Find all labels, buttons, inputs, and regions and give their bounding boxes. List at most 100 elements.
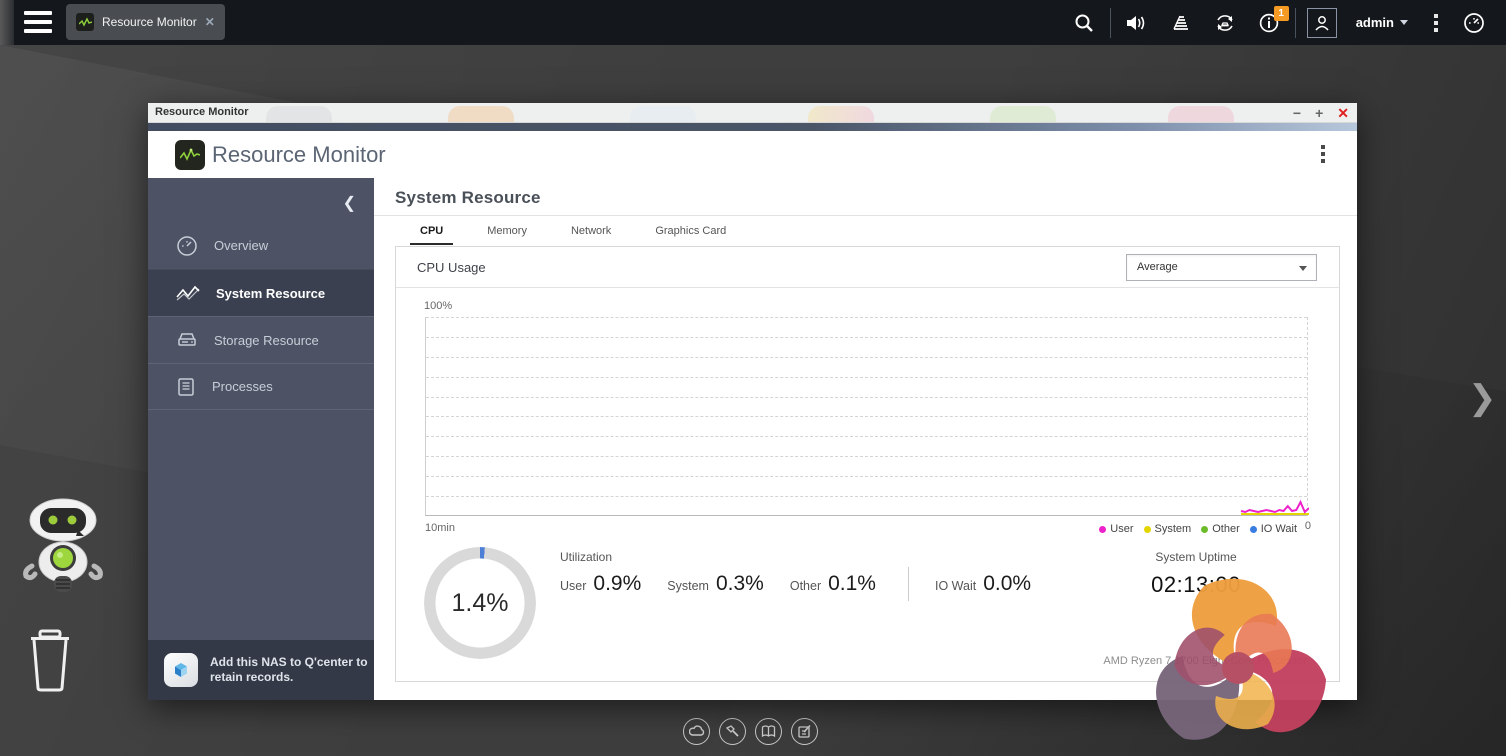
taskbar-separator	[1294, 7, 1296, 38]
sidebar-item-overview[interactable]: Overview	[148, 222, 374, 269]
top-taskbar: Resource Monitor ✕ 1 admin	[0, 0, 1506, 45]
uptime-label: System Uptime	[1155, 550, 1237, 564]
window-accent-strip	[148, 123, 1357, 131]
tab-network[interactable]: Network	[561, 216, 621, 245]
app-header: Resource Monitor	[148, 131, 1357, 178]
ghost-desktop-icon	[448, 106, 514, 122]
tab-close-icon[interactable]: ✕	[205, 15, 215, 29]
system-resource-chart-icon	[176, 285, 200, 301]
panel-title: CPU Usage	[417, 260, 486, 275]
dropdown-value: Average	[1137, 261, 1178, 273]
legend-item-io-wait: IO Wait	[1249, 523, 1297, 535]
admin-label: admin	[1355, 15, 1394, 30]
tab-cpu[interactable]: CPU	[410, 216, 454, 245]
close-button[interactable]: ✕	[1337, 103, 1349, 122]
chevron-down-icon	[1400, 20, 1408, 25]
stat-system: System 0.3%	[667, 572, 764, 595]
notification-badge: 1	[1273, 6, 1289, 21]
page-title: System Resource	[395, 188, 541, 207]
stat-divider	[907, 567, 909, 601]
legend-item-other: Other	[1201, 523, 1240, 535]
cpu-usage-gauge-value: 1.4%	[451, 588, 509, 617]
cpu-usage-panel: CPU Usage Average 100% 10min User System…	[395, 246, 1340, 682]
recycle-bin-icon[interactable]	[26, 626, 74, 697]
overview-gauge-icon	[177, 235, 197, 256]
main-menu-button[interactable]	[24, 11, 52, 33]
taskbar-tab-resource-monitor[interactable]: Resource Monitor ✕	[66, 4, 225, 40]
sidebar-item-system-resource[interactable]: System Resource	[148, 269, 374, 316]
minimize-button[interactable]: −	[1293, 103, 1301, 122]
tab-graphics-card[interactable]: Graphics Card	[645, 216, 736, 245]
qcenter-banner[interactable]: Add this NAS to Q'center to retain recor…	[148, 640, 374, 700]
legend-item-user: User	[1099, 523, 1134, 535]
tab-bar: CPU Memory Network Graphics Card	[410, 216, 736, 245]
sidebar-item-storage-resource[interactable]: Storage Resource	[148, 316, 374, 363]
desktop: Resource Monitor ✕ 1 admin ❯ Resource Mo…	[0, 0, 1506, 756]
sidebar-item-label: Storage Resource	[214, 332, 319, 348]
volume-icon[interactable]	[1115, 0, 1159, 45]
desktop-dock	[683, 718, 818, 745]
stat-io-wait: IO Wait 0.0%	[934, 572, 1032, 595]
user-avatar[interactable]	[1300, 0, 1344, 45]
cpu-model-label: AMD Ryzen 7 1700 Eight-Core Processor	[1103, 655, 1307, 667]
panel-header: CPU Usage Average	[396, 247, 1339, 288]
myqnapcloud-icon[interactable]	[683, 718, 710, 745]
qcenter-cube-icon	[164, 653, 198, 687]
app-title: Resource Monitor	[212, 142, 386, 167]
legend-dot-io-wait	[1249, 525, 1257, 533]
processes-list-icon	[178, 377, 194, 396]
taskbar-edge	[0, 0, 14, 45]
uptime-value: 02:13:00	[1151, 572, 1241, 597]
taskbar-tab-label: Resource Monitor	[102, 15, 197, 29]
ghost-desktop-icon	[630, 106, 696, 122]
system-uptime: System Uptime 02:13:00	[1086, 550, 1306, 598]
more-options-icon[interactable]	[1420, 13, 1452, 32]
cpu-usage-chart	[425, 317, 1309, 516]
y-axis-top-label: 100%	[424, 300, 453, 312]
tutorial-book-icon[interactable]	[755, 718, 782, 745]
next-desktop-chevron-icon[interactable]: ❯	[1468, 378, 1497, 418]
storage-disk-icon	[178, 333, 196, 346]
qcenter-note: Add this NAS to Q'center to retain recor…	[210, 655, 368, 684]
sidebar-item-label: Processes	[212, 379, 273, 394]
resource-monitor-icon	[76, 13, 94, 31]
ghost-desktop-icon	[808, 106, 874, 122]
resource-monitor-window: Resource Monitor − + ✕ Resource Monitor …	[148, 103, 1357, 700]
taskbar-separator	[1109, 7, 1111, 38]
tab-memory[interactable]: Memory	[477, 216, 537, 245]
resource-monitor-app-icon	[175, 140, 205, 170]
chart-legend: User System Other IO Wait	[1099, 523, 1297, 535]
window-title: Resource Monitor	[155, 106, 249, 118]
sidebar-item-label: System Resource	[216, 285, 326, 301]
window-titlebar[interactable]: Resource Monitor − + ✕	[148, 103, 1357, 123]
average-dropdown[interactable]: Average	[1126, 254, 1317, 281]
x-axis-window-label: 10min	[425, 522, 455, 534]
utilization-stats: User 0.9% System 0.3% Other 0.1% IO Wait 0.0…	[560, 567, 1057, 601]
legend-item-system: System	[1143, 523, 1191, 535]
sidebar: ❮ Overview System Resource Storage Resou…	[148, 178, 374, 700]
maximize-button[interactable]: +	[1315, 103, 1323, 122]
sidebar-item-label: Overview	[214, 238, 269, 253]
utilities-icon[interactable]	[719, 718, 746, 745]
legend-dot-other	[1201, 525, 1209, 533]
ghost-desktop-icon	[1168, 106, 1234, 122]
notifications-icon[interactable]: 1	[1247, 0, 1291, 45]
ghost-desktop-icon	[990, 106, 1056, 122]
window-more-options-icon[interactable]	[1321, 145, 1325, 163]
main-content: System Resource CPU Memory Network Graph…	[374, 178, 1357, 700]
sidebar-item-processes[interactable]: Processes	[148, 363, 374, 410]
ghost-desktop-icon	[266, 106, 332, 122]
qboost-robot-shortcut[interactable]	[20, 496, 106, 601]
background-tasks-icon[interactable]	[1159, 0, 1203, 45]
search-icon[interactable]	[1062, 0, 1106, 45]
chart-series-svg	[1240, 499, 1309, 515]
stat-other: Other 0.1%	[789, 572, 876, 595]
chevron-down-icon	[1299, 266, 1307, 271]
feedback-note-icon[interactable]	[791, 718, 818, 745]
sidebar-collapse-icon[interactable]: ❮	[343, 193, 356, 213]
y-axis-bottom-label: 0	[1304, 520, 1311, 532]
admin-menu[interactable]: admin	[1344, 15, 1420, 30]
utilization-label: Utilization	[560, 550, 613, 564]
external-device-icon[interactable]	[1203, 0, 1247, 45]
dashboard-icon[interactable]	[1452, 0, 1496, 45]
